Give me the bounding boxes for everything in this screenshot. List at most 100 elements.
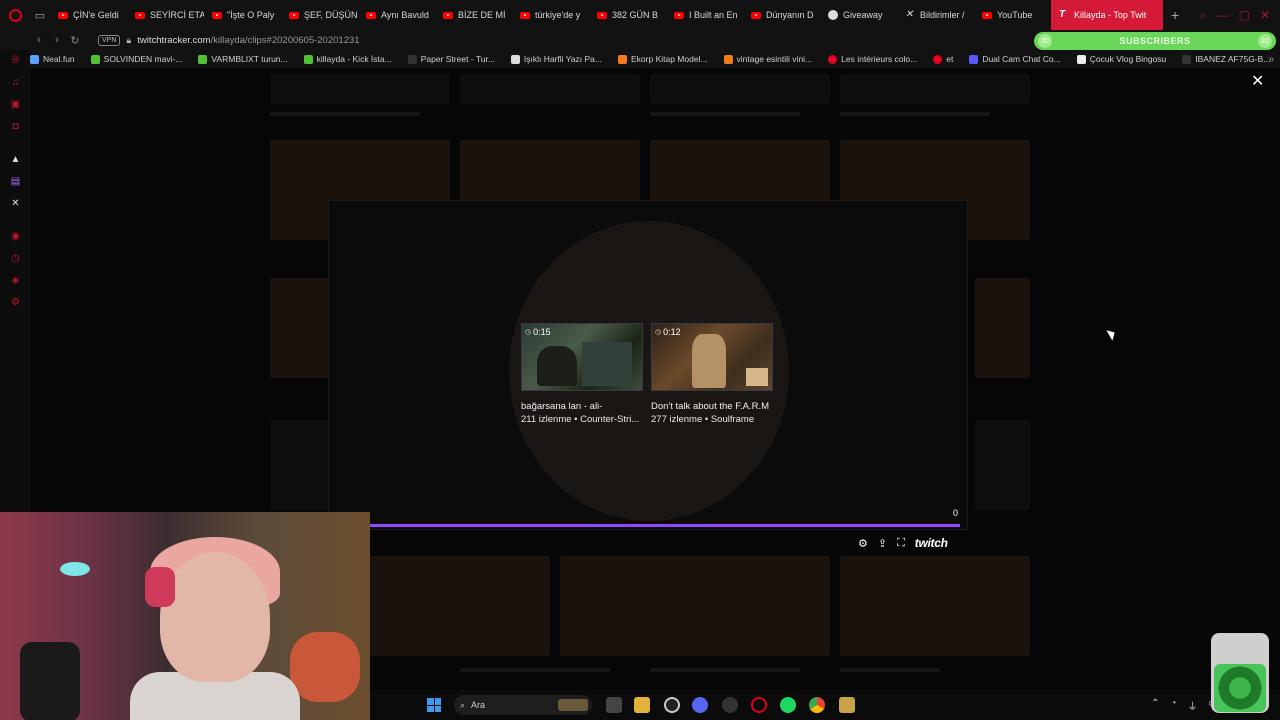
maximize-icon[interactable]: ▢ [1239,8,1250,23]
gumball-fill [1214,664,1266,712]
ghost-clip-card [370,556,550,656]
pinterest-icon [828,54,838,64]
tab[interactable]: YouTube [974,0,1051,30]
document-icon [1076,54,1086,64]
bookmark[interactable]: Neal.fun [30,54,75,64]
clip-player[interactable] [328,200,968,530]
clip-title[interactable]: Don't talk about the F.A.R.M [651,401,775,412]
opera-gx-icon[interactable] [751,697,767,713]
reload-icon[interactable]: ↻ [66,34,84,47]
twitch-logo[interactable]: twitch [915,536,948,550]
instagram-icon[interactable]: ◘ [10,121,21,132]
url-field[interactable]: twitchtracker.com/killayda/clips#2020060… [137,35,359,46]
window-controls: ⌕ — ▢ ✕ [1200,8,1280,23]
share-icon[interactable]: ⇪ [878,537,887,550]
aria-icon[interactable]: ◎ [10,54,21,65]
thumb-figure [537,346,577,386]
bookmark[interactable]: Işıklı Harfli Yazı Pa... [510,54,602,64]
taskbar-search[interactable]: ⌕ Ara [454,695,592,715]
bookmark[interactable]: Ekorp Kitap Model... [618,54,708,64]
vpn-badge[interactable]: VPN [98,34,121,46]
obs-icon[interactable] [664,697,680,713]
tab[interactable]: Aynı Bavuld [358,0,435,30]
twitchtracker-icon: T [1059,9,1066,20]
history-icon[interactable]: ◷ [10,253,21,264]
bookmark[interactable]: VARMBLIXT turun... [198,54,288,64]
minimize-icon[interactable]: — [1217,8,1229,23]
ghost-text [840,668,940,672]
streamlabs-icon[interactable] [722,697,738,713]
youtube-icon [366,11,376,19]
back-icon[interactable]: ‹ [30,34,48,46]
tab[interactable]: ✕ Bildirimler / [897,0,974,30]
search-placeholder: Ara [471,700,486,710]
opera-logo-icon[interactable] [0,0,30,30]
messenger-icon[interactable]: ▣ [10,99,21,110]
spotify-icon[interactable] [780,697,796,713]
clip-thumbnail[interactable]: ◷ 0:12 [651,323,773,391]
ghost-text [650,668,800,672]
close-modal-icon[interactable]: ✕ [1251,74,1264,90]
kick-sidebar-icon[interactable]: ▲ [10,154,21,165]
tab[interactable]: ÇİN'e Geldi [50,0,127,30]
youtube-icon [982,11,992,19]
clip-title[interactable]: bağarsana lan - ali- [521,401,645,412]
microphone-icon[interactable]: ⏚ [1188,698,1198,713]
bookmark[interactable]: Çocuk Vlog Bingosu [1076,54,1166,64]
player-icon[interactable]: ◉ [10,231,21,242]
chrome-icon[interactable] [809,697,825,713]
bookmark[interactable]: vintage esintili vini... [723,54,812,64]
bookmark[interactable]: Paper Street - Tur... [407,54,495,64]
task-view-icon[interactable] [606,697,622,713]
thumb-figure [582,342,632,386]
bookmark[interactable]: IBANEZ AF75G-B... [1182,54,1270,64]
playback-progress-bar[interactable] [360,524,960,527]
chevron-up-icon[interactable]: ⌃ [1151,698,1159,713]
ikea-icon [90,54,100,64]
tab[interactable]: Dünyanın D [743,0,820,30]
tab[interactable]: ŞEF, DÜŞÜN [281,0,358,30]
youtube-icon [135,11,145,19]
ghost-clip-card [270,420,330,510]
tab[interactable]: türkiye'de y [512,0,589,30]
app-icon[interactable] [839,697,855,713]
recommended-clip-card[interactable]: ◷ 0:15 bağarsana lan - ali- 211 izlenme •… [521,323,645,425]
player-controls: ⚙ ⇪ ⛶ twitch [858,536,948,550]
bookmark[interactable]: SOLVINDEN mavi-... [90,54,182,64]
bookmark[interactable]: Les intérieurs colo... [828,54,917,64]
youtube-icon [443,11,453,19]
x-sidebar-icon[interactable]: ✕ [10,198,21,209]
settings-gear-icon[interactable]: ⚙ [858,537,868,550]
file-explorer-icon[interactable] [634,697,650,713]
fullscreen-icon[interactable]: ⛶ [897,537,905,550]
windows-start-icon[interactable] [427,698,441,712]
webcam-overlay [0,512,370,720]
discord-icon[interactable] [692,697,708,713]
light-letters-icon [510,54,520,64]
music-icon[interactable]: ♫ [10,77,21,88]
tab[interactable]: I Built an En [666,0,743,30]
twitch-sidebar-icon[interactable]: ▤ [10,176,21,187]
forward-icon[interactable]: › [48,34,66,46]
tab[interactable]: SEYİRCİ ETA [127,0,204,30]
tab[interactable]: "İşte O Paly [204,0,281,30]
recommended-clip-card[interactable]: ◷ 0:12 Don't talk about the F.A.R.M 277 i… [651,323,775,425]
youtube-icon [289,11,299,19]
tab[interactable]: Giveaway [820,0,897,30]
bookmark[interactable]: killayda - Kick İsta... [303,54,392,64]
search-tabs-icon[interactable]: ⌕ [1200,8,1207,23]
tab[interactable]: 382 GÜN B [589,0,666,30]
close-window-icon[interactable]: ✕ [1260,8,1270,23]
wifi-icon[interactable]: ◔ [1171,698,1177,713]
clip-thumbnail[interactable]: ◷ 0:15 [521,323,643,391]
bookmark[interactable]: Dual Cam Chat Co... [969,54,1061,64]
bookmark[interactable]: et [933,54,953,64]
tab[interactable]: BİZE DE Mİ [435,0,512,30]
new-tab-plus-icon[interactable]: + [1163,7,1187,23]
tab-active[interactable]: T Killayda - Top Twit [1051,0,1163,30]
ghost-text [840,112,990,116]
more-bookmarks-icon[interactable]: » [1268,54,1274,65]
workspaces-icon[interactable]: ▭ [30,5,50,25]
settings-icon[interactable]: ⚙ [10,297,21,308]
extensions-icon[interactable]: ◈ [10,275,21,286]
